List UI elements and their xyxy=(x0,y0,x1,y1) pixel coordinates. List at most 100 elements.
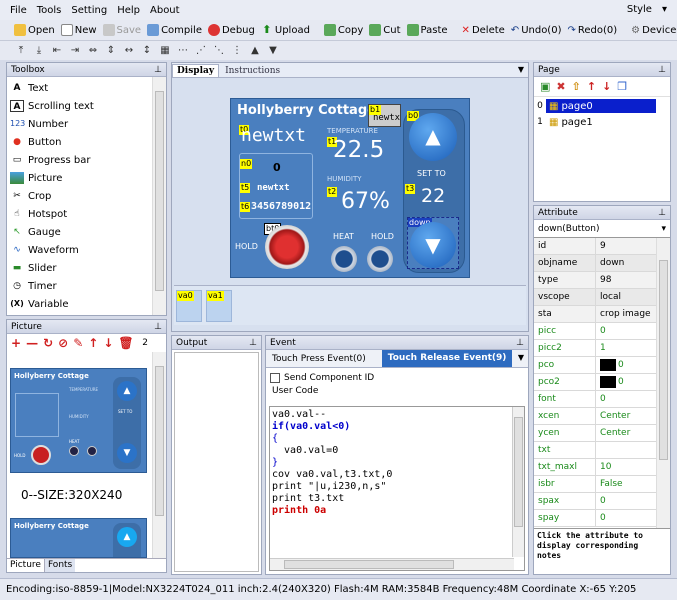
pin-icon[interactable]: ⊥ xyxy=(658,208,666,218)
scroll-thumb[interactable] xyxy=(514,417,523,527)
attribute-value[interactable]: 0 xyxy=(596,357,656,373)
tab-touch-release[interactable]: Touch Release Event(9) xyxy=(381,350,513,367)
scroll-thumb[interactable] xyxy=(155,366,164,516)
menu-help[interactable]: Help xyxy=(117,5,140,16)
toolbox-scrollbar[interactable] xyxy=(152,77,166,315)
menu-setting[interactable]: Setting xyxy=(71,5,107,16)
attribute-row[interactable]: spay 0 xyxy=(534,510,656,527)
b1-button[interactable]: b1 newtx xyxy=(368,104,401,127)
attribute-row[interactable]: isbr False xyxy=(534,476,656,493)
toolbox-item-number[interactable]: 123 Number xyxy=(7,115,166,133)
tab-display[interactable]: Display xyxy=(172,64,220,77)
insert-page-icon[interactable]: ⇧ xyxy=(572,80,581,93)
attribute-row[interactable]: txt xyxy=(534,442,656,459)
delete-button[interactable]: ✕ Delete xyxy=(462,25,505,36)
page-item-1[interactable]: 1 ▦ page1 xyxy=(534,114,670,130)
add-page-icon[interactable]: ▣ xyxy=(540,80,550,93)
attribute-row[interactable]: objname down xyxy=(534,255,656,272)
pin-icon[interactable]: ⊥ xyxy=(154,322,162,332)
hspace-inc-icon[interactable]: ⋰ xyxy=(194,45,208,56)
copy-button[interactable]: Copy xyxy=(323,24,363,36)
toolbox-item-progress-bar[interactable]: ▭ Progress bar xyxy=(7,151,166,169)
align-bottom-icon[interactable]: ⤓ xyxy=(32,45,46,56)
picture-scrollbar[interactable] xyxy=(152,352,166,558)
toolbox-item-slider[interactable]: ▬ Slider xyxy=(7,259,166,277)
attribute-value[interactable]: False xyxy=(596,476,656,492)
attribute-value[interactable]: 98 xyxy=(596,272,656,288)
attribute-scrollbar[interactable] xyxy=(656,238,670,528)
refresh-icon[interactable]: ↻ xyxy=(43,336,53,350)
align-right-icon[interactable]: ⇥ xyxy=(68,45,82,56)
debug-button[interactable]: Debug xyxy=(207,24,255,36)
menu-file[interactable]: File xyxy=(10,5,27,16)
undo-button[interactable]: ↶ Undo(0) xyxy=(511,25,562,36)
align-top-icon[interactable]: ⤒ xyxy=(14,45,28,56)
save-button[interactable]: Save xyxy=(102,24,141,36)
pin-icon[interactable]: ⊥ xyxy=(249,338,257,348)
replace-icon[interactable]: ⊘ xyxy=(58,336,68,350)
hspace-equal-icon[interactable]: ⋯ xyxy=(176,45,190,56)
code-hscroll[interactable] xyxy=(270,558,514,570)
tab-fonts[interactable]: Fonts xyxy=(44,559,76,572)
attribute-value[interactable]: down xyxy=(596,255,656,271)
menu-tools[interactable]: Tools xyxy=(37,5,62,16)
send-back-icon[interactable]: ▼ xyxy=(266,45,280,56)
bring-front-icon[interactable]: ▲ xyxy=(248,45,262,56)
vspace-equal-icon[interactable]: ⋮ xyxy=(230,45,244,56)
pin-icon[interactable]: ⊥ xyxy=(516,338,524,348)
attribute-row[interactable]: font 0 xyxy=(534,391,656,408)
tab-instructions[interactable]: Instructions xyxy=(219,65,286,77)
menu-about[interactable]: About xyxy=(150,5,180,16)
code-vscroll[interactable] xyxy=(512,407,524,557)
toolbox-item-gauge[interactable]: ↖ Gauge xyxy=(7,223,166,241)
add-icon[interactable]: + xyxy=(11,336,21,350)
attribute-value[interactable]: 0 xyxy=(596,374,656,390)
event-dropdown-icon[interactable]: ▼ xyxy=(518,353,524,362)
edit-icon[interactable]: ✎ xyxy=(73,336,83,350)
pin-icon[interactable]: ⊥ xyxy=(658,65,666,75)
attribute-row[interactable]: sta crop image xyxy=(534,306,656,323)
attribute-value[interactable]: crop image xyxy=(596,306,656,322)
toolbox-item-crop[interactable]: ✂ Crop xyxy=(7,187,166,205)
scroll-thumb[interactable] xyxy=(155,91,164,291)
same-size-icon[interactable]: ▦ xyxy=(158,45,172,56)
up-button[interactable]: ▲ xyxy=(409,113,457,161)
attribute-row[interactable]: picc 0 xyxy=(534,323,656,340)
attribute-row[interactable]: picc2 1 xyxy=(534,340,656,357)
pin-icon[interactable]: ⊥ xyxy=(154,65,162,75)
page-item-0[interactable]: 0 ▦ page0 xyxy=(534,98,670,114)
compile-button[interactable]: Compile xyxy=(147,24,202,36)
same-height-icon[interactable]: ↕ xyxy=(140,45,154,56)
toolbox-item-variable[interactable]: (X) Variable xyxy=(7,295,166,313)
component-select[interactable]: down(Button) ▾ xyxy=(534,220,670,238)
align-vcenter-icon[interactable]: ⇕ xyxy=(104,45,118,56)
tab-dropdown-icon[interactable]: ▼ xyxy=(518,65,524,74)
attribute-row[interactable]: id 9 xyxy=(534,238,656,255)
tab-touch-press[interactable]: Touch Press Event(0) xyxy=(266,354,372,364)
new-button[interactable]: New xyxy=(60,24,97,36)
align-hcenter-icon[interactable]: ⇔ xyxy=(86,45,100,56)
move-down-icon[interactable]: ↓ xyxy=(103,336,113,350)
attribute-row[interactable]: vscope local xyxy=(534,289,656,306)
move-page-down-icon[interactable]: ↓ xyxy=(602,80,611,93)
delete-page-icon[interactable]: ✖ xyxy=(556,80,565,93)
attribute-value[interactable]: 0 xyxy=(596,493,656,509)
attribute-row[interactable]: txt_maxl 10 xyxy=(534,459,656,476)
attribute-value[interactable]: 0 xyxy=(596,391,656,407)
move-page-up-icon[interactable]: ↑ xyxy=(587,80,596,93)
trash-icon[interactable]: 🗑 xyxy=(118,336,133,350)
style-menu[interactable]: Style ▾ xyxy=(627,4,667,15)
picture-thumbnail-0[interactable]: Hollyberry Cottage TEMPERATURE HUMIDITY … xyxy=(10,368,147,473)
attribute-value[interactable]: 0 xyxy=(596,323,656,339)
attribute-row[interactable]: pco 0 xyxy=(534,357,656,374)
variable-va1[interactable]: va1 xyxy=(206,290,232,322)
toolbox-item-scrolling-text[interactable]: A Scrolling text xyxy=(7,97,166,115)
picture-thumbnail-1[interactable]: Hollyberry Cottage ▲ xyxy=(10,518,147,558)
attribute-value[interactable] xyxy=(596,442,656,458)
attribute-row[interactable]: spax 0 xyxy=(534,493,656,510)
paste-button[interactable]: Paste xyxy=(406,24,448,36)
redo-button[interactable]: ↷ Redo(0) xyxy=(567,25,617,36)
open-button[interactable]: Open xyxy=(14,24,55,36)
device-button[interactable]: ⚙ Device xyxy=(631,25,676,36)
design-canvas[interactable]: Hollyberry Cottage b1 newtx b0 ▲ SET TO … xyxy=(230,98,470,278)
